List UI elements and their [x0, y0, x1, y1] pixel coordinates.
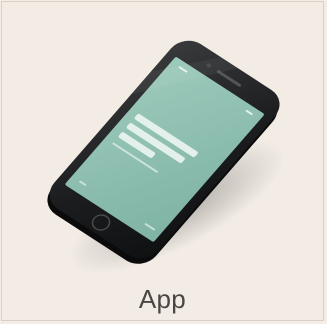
card-caption: App: [138, 284, 187, 314]
phone-illustration: [47, 40, 285, 274]
phone-mockup-image: [2, 2, 323, 292]
app-card[interactable]: App: [1, 1, 324, 321]
